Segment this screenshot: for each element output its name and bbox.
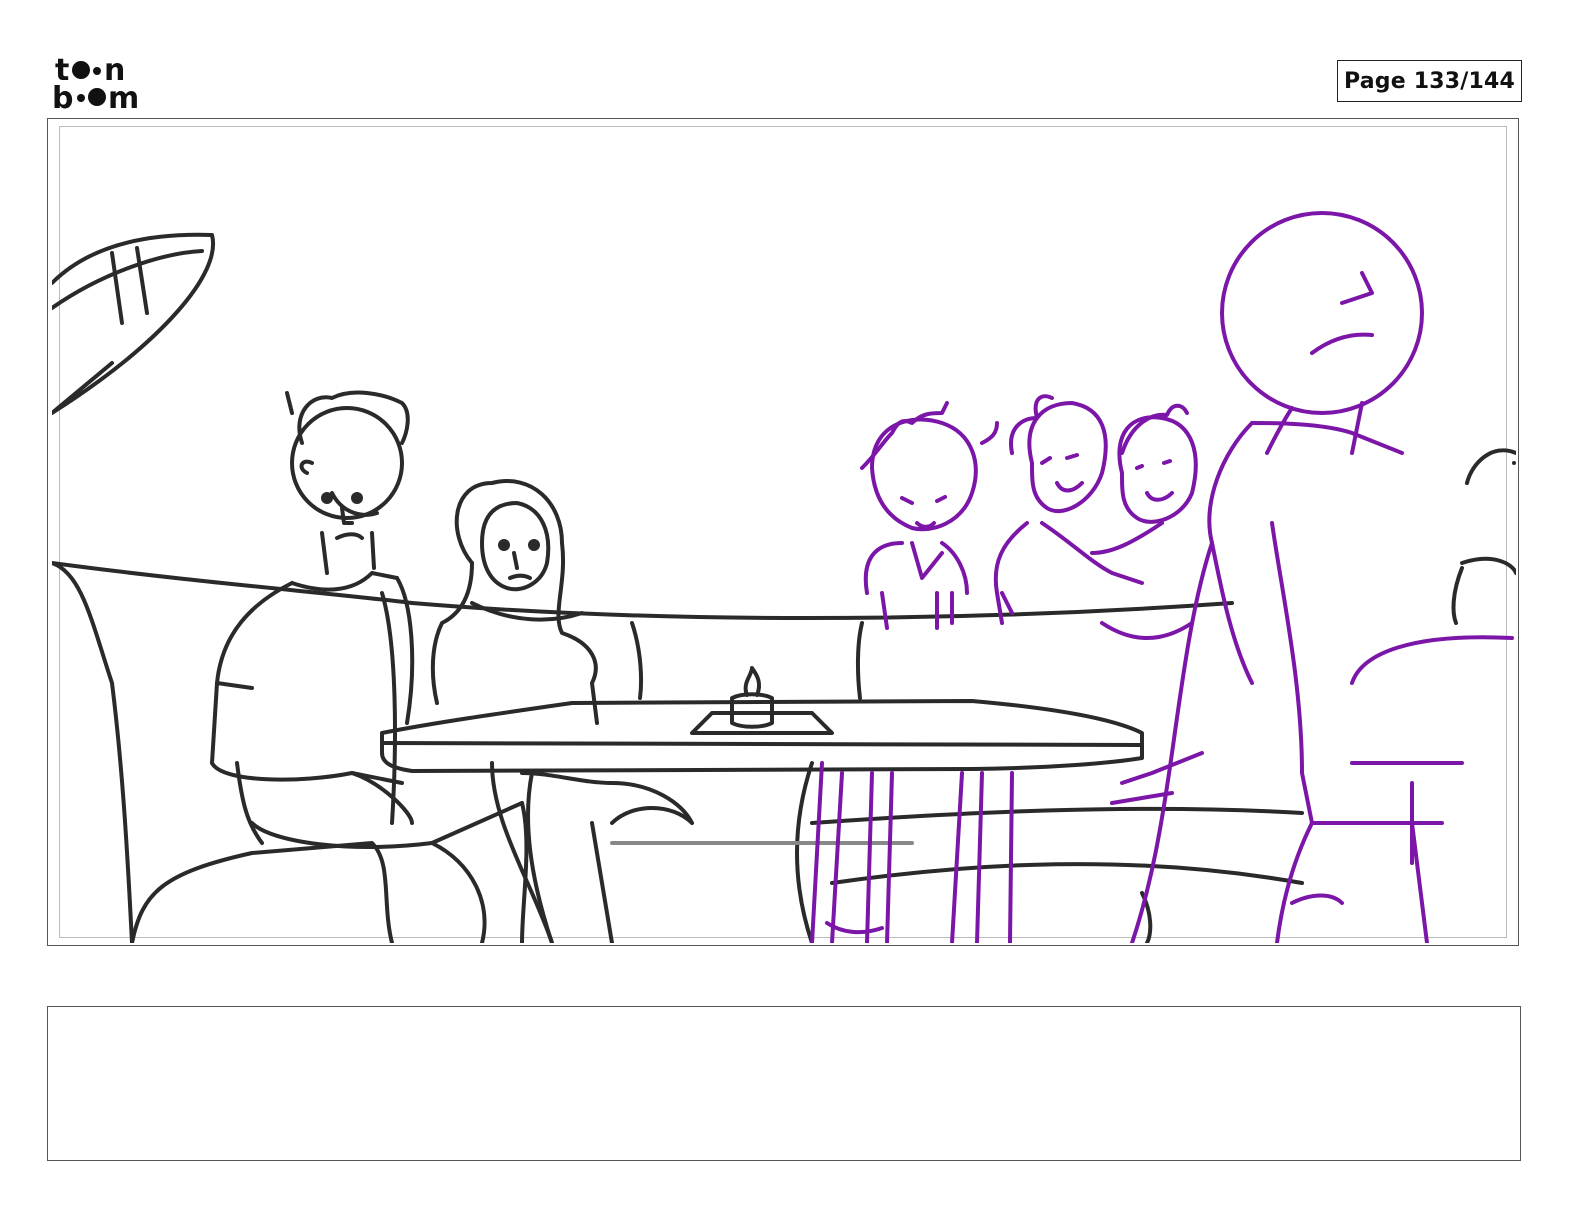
svg-text:b: b — [52, 81, 73, 112]
storyboard-panel — [47, 118, 1519, 946]
caption-box — [47, 1006, 1521, 1161]
toon-boom-logo: t n b m — [52, 52, 164, 116]
page-counter: Page 133/144 — [1337, 60, 1522, 102]
panel-drawing — [52, 211, 1516, 943]
svg-text:m: m — [108, 81, 139, 112]
